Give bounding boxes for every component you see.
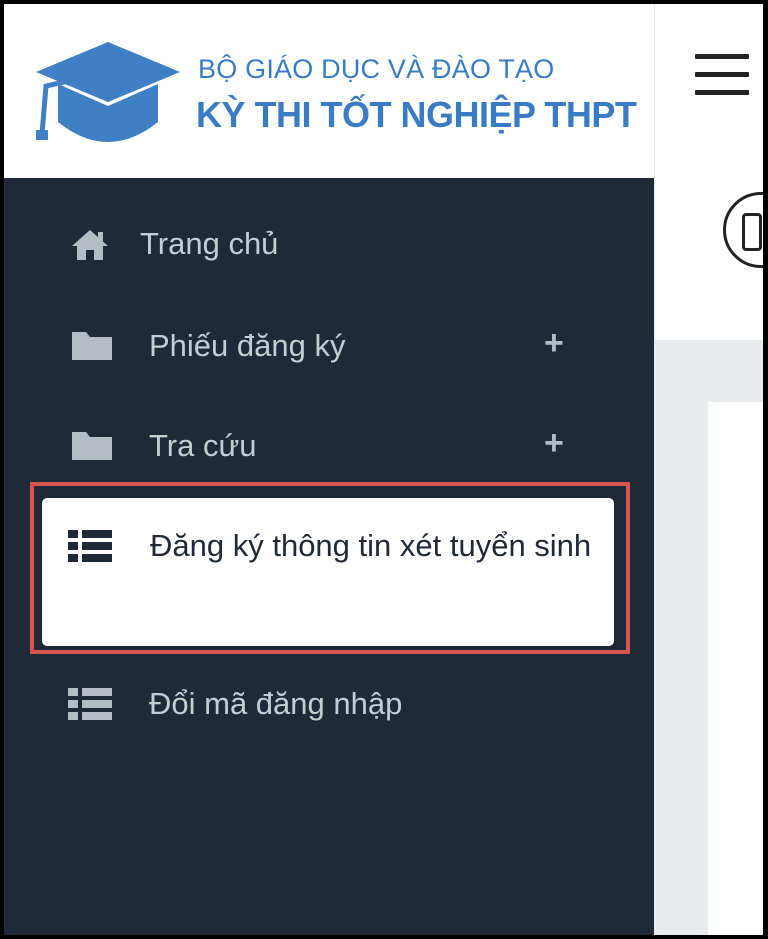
sidebar-item-home[interactable]: Trang chủ (4, 218, 654, 270)
sidebar-item-label: Trang chủ (140, 226, 279, 261)
sidebar-item-registration-form[interactable]: Phiếu đăng ký + (4, 320, 654, 372)
hamburger-menu-icon[interactable] (695, 54, 749, 100)
sidebar-item-admission-registration[interactable]: Đăng ký thông tin xét tuyển sinh (42, 498, 614, 646)
round-action-button[interactable] (723, 192, 763, 268)
top-bar (654, 4, 763, 151)
device-icon (742, 213, 762, 251)
content-card (708, 402, 763, 935)
expand-plus-icon[interactable]: + (544, 324, 564, 363)
sidebar-item-label: Phiếu đăng ký (149, 328, 346, 363)
folder-icon (72, 432, 112, 460)
page-subheader (654, 150, 763, 341)
expand-plus-icon[interactable]: + (544, 424, 564, 463)
exam-title: KỲ THI TỐT NGHIỆP THPT (196, 94, 637, 135)
logo-header[interactable]: BỘ GIÁO DỤC VÀ ĐÀO TẠO KỲ THI TỐT NGHIỆP… (4, 4, 654, 178)
list-icon (68, 688, 112, 720)
sidebar-item-label: Đăng ký thông tin xét tuyển sinh (150, 528, 592, 563)
home-icon (72, 230, 108, 260)
graduation-cap-icon (36, 42, 180, 142)
sidebar-item-label: Đổi mã đăng nhập (149, 686, 403, 721)
app-frame: BỘ GIÁO DỤC VÀ ĐÀO TẠO KỲ THI TỐT NGHIỆP… (4, 4, 763, 935)
sidebar-item-change-login-code[interactable]: Đổi mã đăng nhập (4, 680, 654, 732)
sidebar-item-label: Tra cứu (149, 428, 257, 463)
sidebar-item-lookup[interactable]: Tra cứu + (4, 422, 654, 474)
folder-icon (72, 332, 112, 360)
org-name: BỘ GIÁO DỤC VÀ ĐÀO TẠO (198, 54, 555, 84)
